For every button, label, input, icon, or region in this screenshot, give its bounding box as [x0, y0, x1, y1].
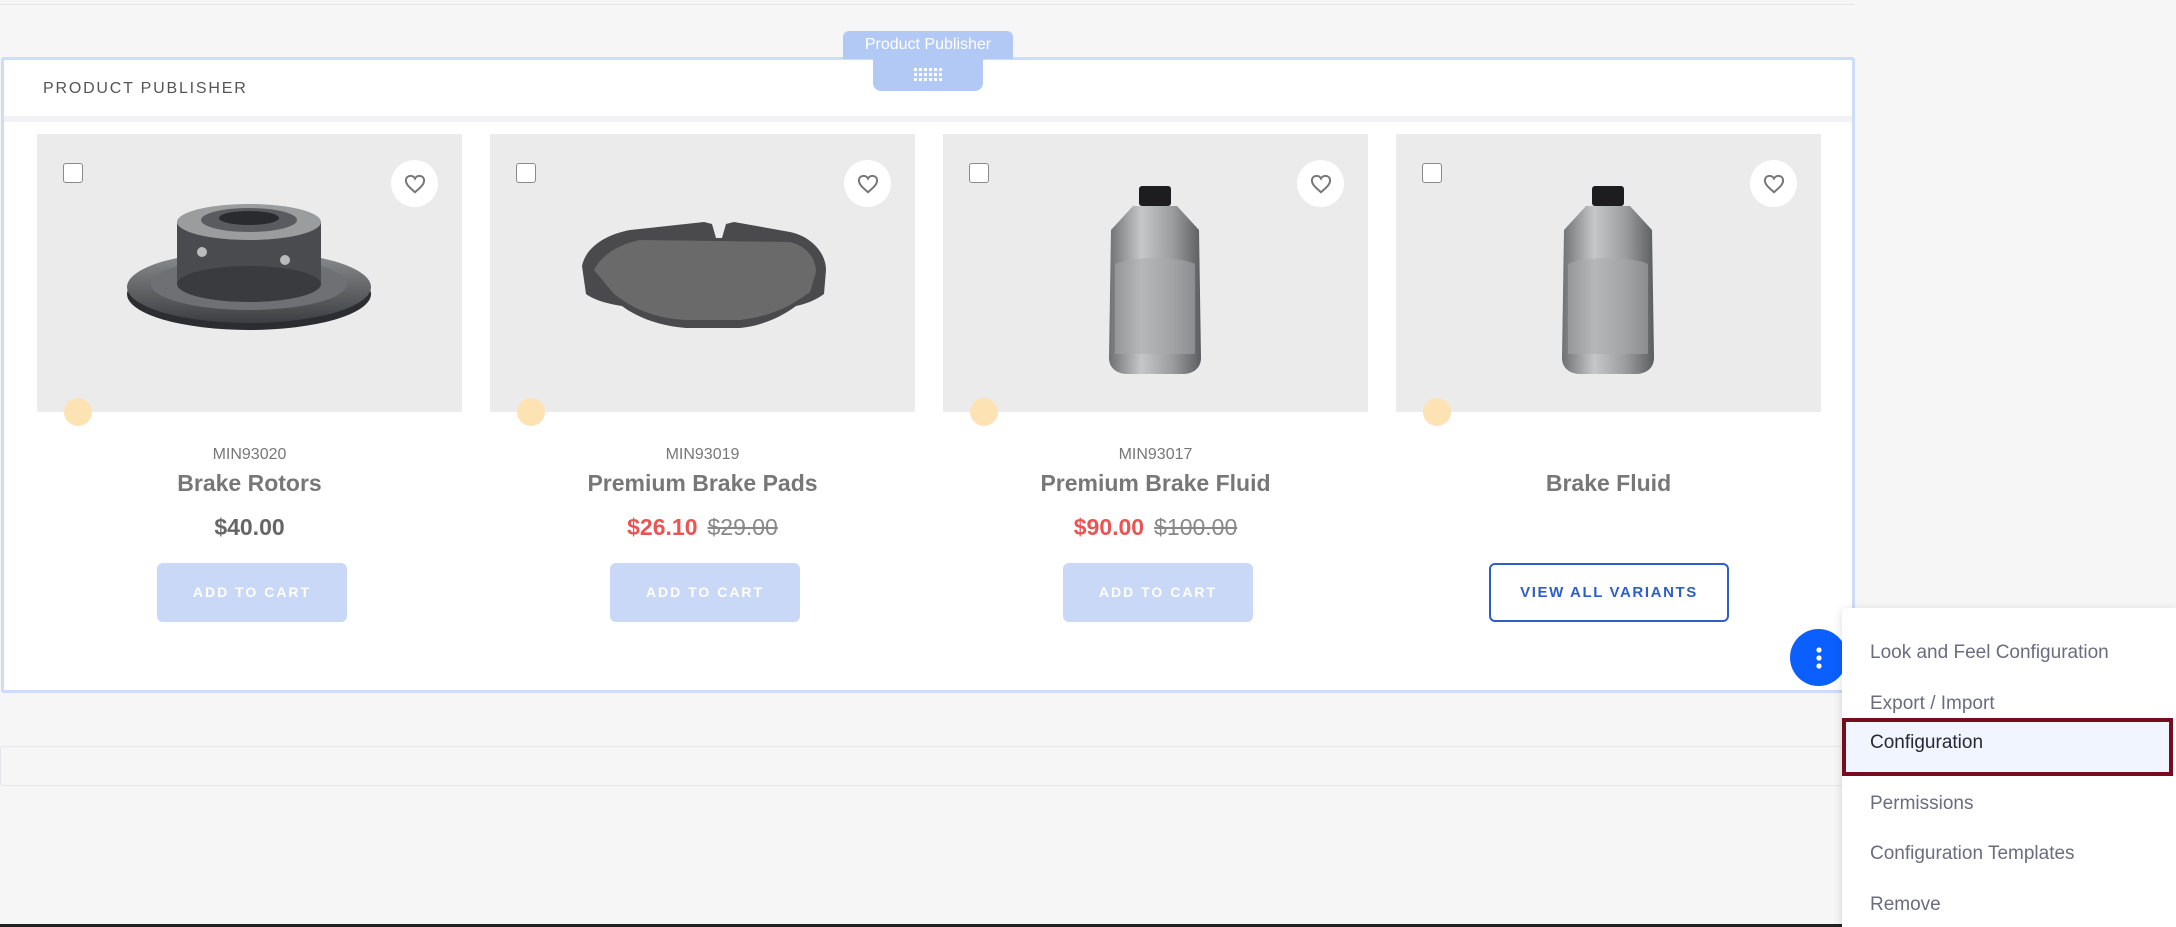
product-price: $26.10 $29.00 — [490, 514, 915, 541]
product-card: MIN93020 Brake Rotors $40.00 ADD TO CART — [37, 134, 462, 622]
next-fragment-placeholder — [0, 746, 1855, 786]
heart-icon — [1310, 174, 1331, 193]
product-price: $40.00 — [37, 514, 462, 541]
menu-item-permissions[interactable]: Permissions — [1842, 779, 2176, 829]
view-all-variants-button[interactable]: VIEW ALL VARIANTS — [1489, 563, 1729, 622]
favorite-button[interactable] — [844, 160, 891, 207]
product-image-area[interactable] — [490, 134, 915, 412]
product-name[interactable]: Brake Fluid — [1396, 470, 1821, 497]
sale-price: $26.10 — [627, 514, 698, 540]
compare-checkbox[interactable] — [516, 163, 536, 183]
product-sku: MIN93020 — [212, 446, 287, 463]
favorite-button[interactable] — [1297, 160, 1344, 207]
product-name[interactable]: Premium Brake Fluid — [943, 470, 1368, 497]
sale-price: $90.00 — [1073, 514, 1145, 540]
product-sku: MIN93019 — [665, 446, 740, 463]
product-publisher-fragment: PRODUCT PUBLISHER MIN93020 Brake Rotors … — [1, 57, 1855, 693]
compare-checkbox[interactable] — [969, 163, 989, 183]
vertical-ellipsis-icon — [1815, 646, 1822, 669]
menu-item-configuration-templates[interactable]: Configuration Templates — [1842, 829, 2176, 879]
product-image-area[interactable] — [1396, 134, 1821, 412]
add-to-cart-button[interactable]: ADD TO CART — [610, 563, 800, 622]
menu-item-look-and-feel[interactable]: Look and Feel Configuration — [1842, 628, 2176, 678]
fragment-title: PRODUCT PUBLISHER — [43, 80, 248, 97]
compare-checkbox[interactable] — [63, 163, 83, 183]
product-card: MIN93019 Premium Brake Pads $26.10 $29.00… — [490, 134, 915, 622]
availability-indicator — [970, 398, 998, 426]
product-card: MIN93017 Premium Brake Fluid $90.00 $100.… — [943, 134, 1368, 622]
product-image-area[interactable] — [943, 134, 1368, 412]
top-divider — [0, 0, 1855, 5]
availability-indicator — [1423, 398, 1451, 426]
heart-icon — [1763, 174, 1784, 193]
compare-checkbox[interactable] — [1422, 163, 1442, 183]
product-card: Brake Fluid VIEW ALL VARIANTS — [1396, 134, 1821, 622]
original-price: $100.00 — [1154, 514, 1238, 540]
heart-icon — [857, 174, 878, 193]
product-name[interactable]: Brake Rotors — [37, 470, 462, 497]
favorite-button[interactable] — [1750, 160, 1797, 207]
product-image-area[interactable] — [37, 134, 462, 412]
menu-item-configuration[interactable]: Configuration — [1842, 718, 2173, 776]
fragment-tag-label[interactable]: Product Publisher — [843, 31, 1013, 59]
menu-item-remove[interactable]: Remove — [1842, 880, 2176, 927]
product-sku: MIN93017 — [1118, 446, 1193, 463]
availability-indicator — [64, 398, 92, 426]
add-to-cart-button[interactable]: ADD TO CART — [1063, 563, 1253, 622]
favorite-button[interactable] — [391, 160, 438, 207]
options-button[interactable] — [1790, 629, 1847, 686]
add-to-cart-button[interactable]: ADD TO CART — [157, 563, 347, 622]
product-price: $90.00 $100.00 — [943, 514, 1368, 541]
original-price: $29.00 — [707, 514, 778, 540]
heart-icon — [404, 174, 425, 193]
options-dropdown-menu: Look and Feel Configuration Export / Imp… — [1842, 608, 2176, 927]
product-name[interactable]: Premium Brake Pads — [490, 470, 915, 497]
availability-indicator — [517, 398, 545, 426]
price: $40.00 — [214, 514, 285, 540]
drag-handle-icon[interactable] — [873, 58, 983, 91]
